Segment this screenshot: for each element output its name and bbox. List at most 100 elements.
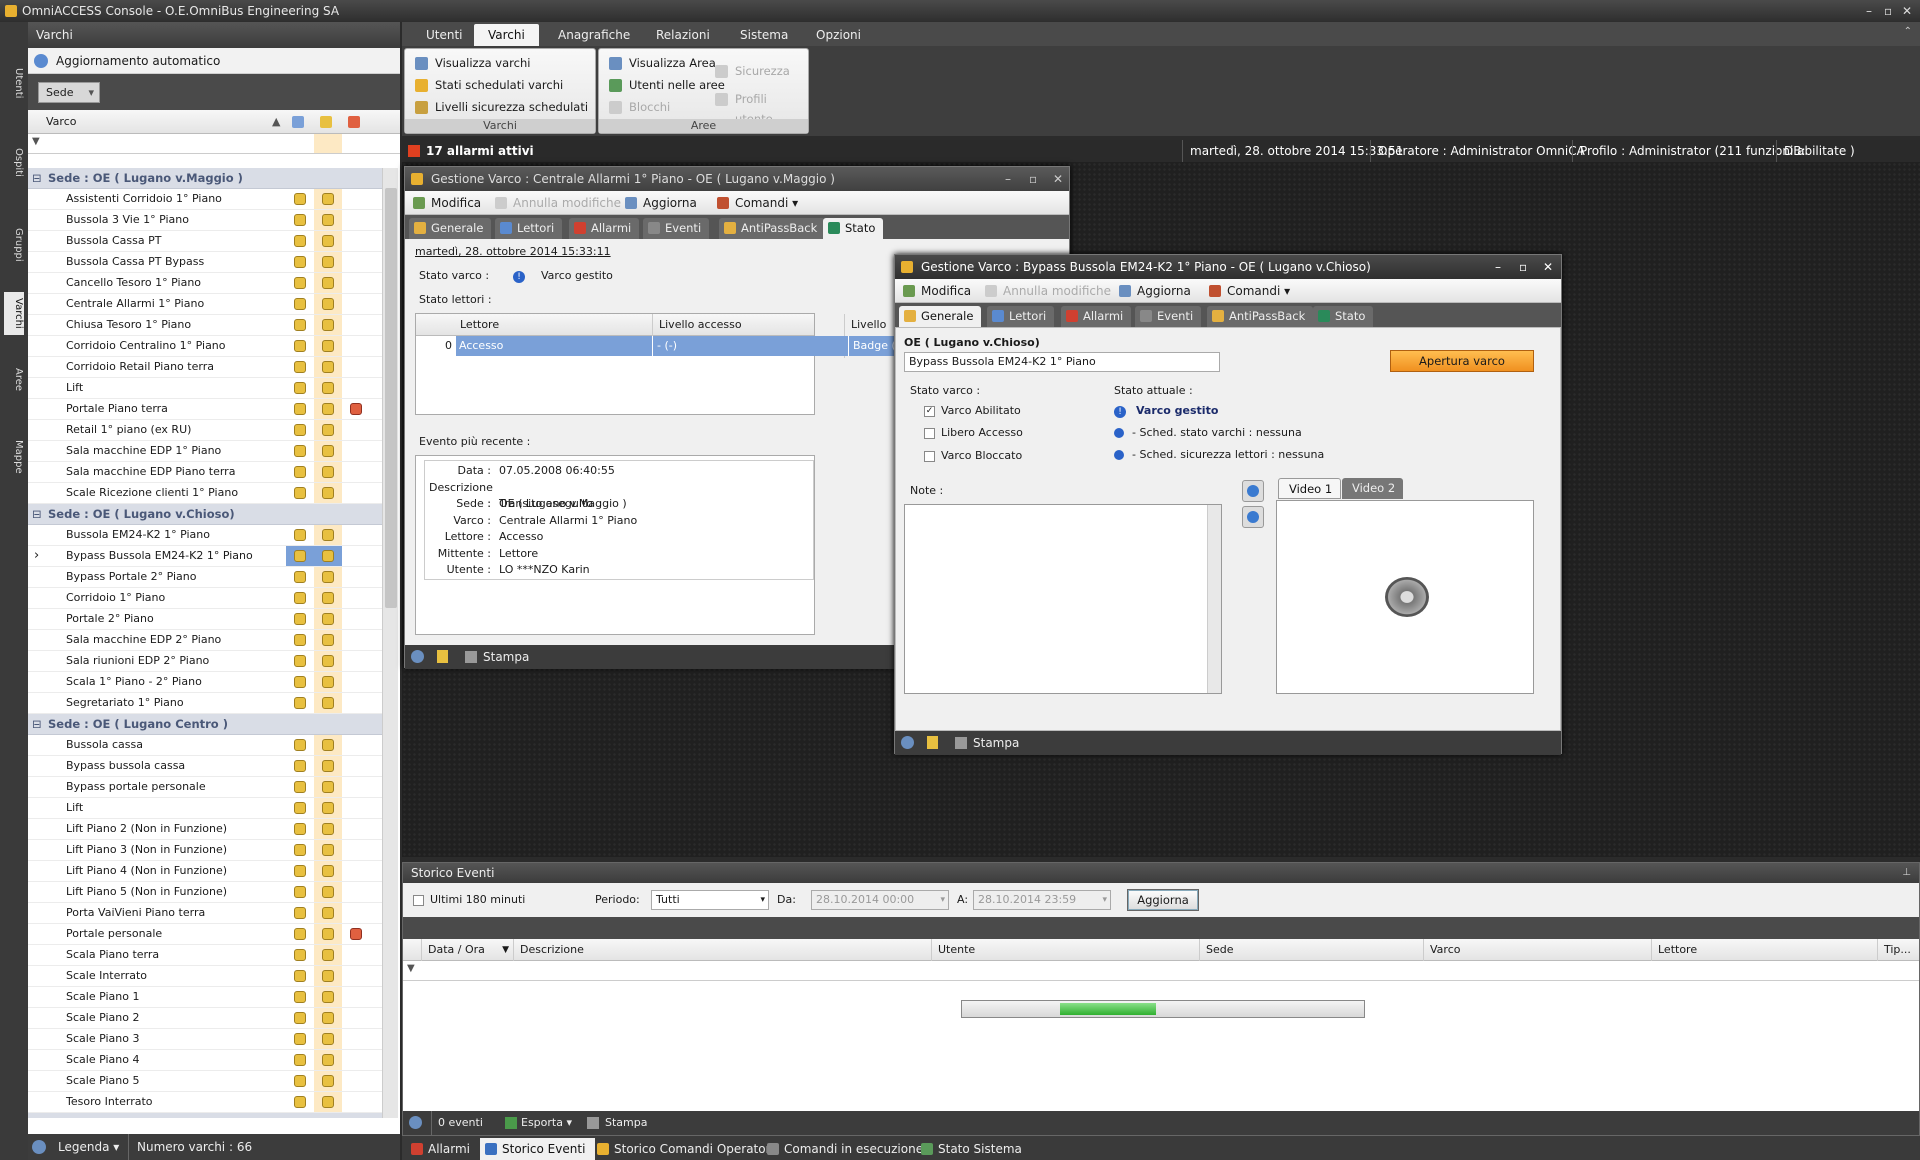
video-panel[interactable]: [1276, 500, 1534, 694]
print-button[interactable]: Stampa: [953, 731, 1019, 755]
annulla-button[interactable]: Annulla modifiche: [493, 191, 621, 215]
list-item[interactable]: Scale Ricezione clienti 1° Piano: [28, 483, 382, 504]
utenti-aree-button[interactable]: Utenti nelle aree: [607, 75, 725, 95]
list-item[interactable]: Tesoro Interrato: [28, 1092, 382, 1113]
list-item[interactable]: Bussola Cassa PT: [28, 231, 382, 252]
list-item[interactable]: Bussola EM24-K2 1° Piano: [28, 525, 382, 546]
tab-video-1[interactable]: Video 1: [1278, 478, 1342, 499]
sicurezza-button[interactable]: Sicurezza: [713, 61, 790, 81]
tab-eventi[interactable]: Eventi: [643, 218, 710, 239]
comandi-button[interactable]: Comandi ▾: [1207, 279, 1290, 303]
sort-asc-icon[interactable]: ▲: [272, 110, 280, 134]
aggiorna-button[interactable]: Aggiorna: [623, 191, 697, 215]
checkbox-bloccato-box[interactable]: [924, 450, 935, 462]
list-item[interactable]: Porta VaiVieni Piano terra: [28, 903, 382, 924]
table-row[interactable]: 0 Accesso - (-) Badge (: [416, 336, 908, 356]
modifica-button[interactable]: Modifica: [411, 191, 481, 215]
pin-icon[interactable]: ⊥: [1902, 863, 1911, 883]
list-item[interactable]: Lift Piano 2 (Non in Funzione): [28, 819, 382, 840]
tab-generale[interactable]: Generale: [409, 218, 492, 239]
help-icon[interactable]: [411, 650, 424, 663]
a-field[interactable]: 28.10.2014 23:59 ▾: [973, 890, 1111, 910]
list-item[interactable]: Scale Piano 1: [28, 987, 382, 1008]
tab-storico-comandi[interactable]: Storico Comandi Operatori: [592, 1138, 784, 1160]
col-varco[interactable]: Varco: [1423, 939, 1460, 961]
maximize-icon[interactable]: ▫: [1884, 0, 1892, 22]
tab-comandi-esecuzione[interactable]: Comandi in esecuzione: [762, 1138, 933, 1160]
minimize-icon[interactable]: –: [1866, 0, 1872, 22]
export-button[interactable]: Esporta ▾: [503, 1111, 572, 1135]
list-item[interactable]: Assistenti Corridoio 1° Piano: [28, 189, 382, 210]
video-info-button[interactable]: [1242, 506, 1264, 528]
list-item[interactable]: Cancello Tesoro 1° Piano: [28, 273, 382, 294]
close-icon[interactable]: ✕: [1543, 255, 1553, 279]
scrollbar[interactable]: [382, 168, 398, 1118]
col-data-ora[interactable]: Data / Ora ▼: [421, 939, 513, 961]
list-item[interactable]: Sala macchine EDP Piano terra: [28, 462, 382, 483]
list-item[interactable]: Centrale Allarmi 1° Piano: [28, 294, 382, 315]
group-row[interactable]: ⊟ Sede : OE ( Lugano v.Maggio ): [28, 168, 382, 189]
apertura-varco-button[interactable]: Apertura varco: [1390, 350, 1534, 372]
tab-anagrafiche[interactable]: Anagrafiche: [544, 24, 644, 46]
tab-utenti[interactable]: Utenti: [412, 24, 477, 46]
last180-checkbox[interactable]: Ultimi 180 minuti: [413, 883, 525, 917]
col-utente[interactable]: Utente: [931, 939, 975, 961]
list-item[interactable]: Corridoio 1° Piano: [28, 588, 382, 609]
collapse-icon[interactable]: ⊟: [32, 168, 42, 189]
list-item[interactable]: Bypass portale personale: [28, 777, 382, 798]
checkbox-abilitato[interactable]: ✓ Varco Abilitato: [924, 404, 1021, 417]
collapse-icon[interactable]: ⊟: [32, 1113, 42, 1118]
print-button[interactable]: Stampa: [463, 645, 529, 669]
col-livello[interactable]: Livello accesso: [652, 314, 742, 336]
tab-antipassback[interactable]: AntiPassBack: [1207, 306, 1314, 327]
close-icon[interactable]: ✕: [1053, 167, 1063, 191]
tab-lettori[interactable]: Lettori: [495, 218, 563, 239]
tab-allarmi[interactable]: Allarmi: [1061, 306, 1132, 327]
aggiorna-button[interactable]: Aggiorna: [1127, 889, 1199, 911]
help-icon[interactable]: [901, 736, 914, 749]
checkbox-libero[interactable]: Libero Accesso: [924, 426, 1023, 439]
list-item[interactable]: Sala riunioni EDP 2° Piano: [28, 651, 382, 672]
list-item[interactable]: Portale personale: [28, 924, 382, 945]
tab-storico-eventi[interactable]: Storico Eventi: [480, 1138, 596, 1160]
col-lettore[interactable]: Lettore: [460, 314, 499, 336]
cell-lettore[interactable]: Accesso: [456, 336, 652, 356]
list-item[interactable]: Portale 2° Piano: [28, 609, 382, 630]
tab-allarmi-bottom[interactable]: Allarmi: [406, 1138, 480, 1160]
list-item[interactable]: Lift Piano 4 (Non in Funzione): [28, 861, 382, 882]
list-item[interactable]: Bussola 3 Vie 1° Piano: [28, 210, 382, 231]
filter-row[interactable]: ▼: [28, 134, 400, 154]
periodo-select[interactable]: Tutti ▾: [651, 890, 769, 910]
list-item[interactable]: Scale Piano 2: [28, 1008, 382, 1029]
auto-update-bar[interactable]: Aggiornamento automatico: [28, 48, 400, 74]
tab-stato-sistema[interactable]: Stato Sistema: [916, 1138, 1032, 1160]
tab-opzioni[interactable]: Opzioni: [802, 24, 875, 46]
livelli-sicurezza-button[interactable]: Livelli sicurezza schedulati lettori: [413, 97, 595, 134]
modifica-button[interactable]: Modifica: [901, 279, 971, 303]
tab-stato[interactable]: Stato: [1313, 306, 1374, 327]
list-item[interactable]: Scale Piano 5: [28, 1071, 382, 1092]
rail-tab-utenti[interactable]: Utenti: [4, 62, 24, 104]
list-item[interactable]: Bussola Cassa PT Bypass: [28, 252, 382, 273]
checkbox-bloccato[interactable]: Varco Bloccato: [924, 449, 1022, 462]
blocchi-button[interactable]: Blocchi: [607, 97, 670, 117]
window-title[interactable]: Gestione Varco : Bypass Bussola EM24-K2 …: [895, 255, 1561, 279]
lock-icon[interactable]: [927, 736, 938, 749]
list-item[interactable]: Scala 1° Piano - 2° Piano: [28, 672, 382, 693]
lock-icon[interactable]: [437, 650, 448, 663]
minimize-icon[interactable]: –: [1495, 255, 1501, 279]
column-icon-1[interactable]: [292, 116, 304, 128]
list-item[interactable]: Corridoio Centralino 1° Piano: [28, 336, 382, 357]
list-item[interactable]: Bypass bussola cassa: [28, 756, 382, 777]
close-icon[interactable]: ✕: [1902, 0, 1912, 22]
maximize-icon[interactable]: ▫: [1519, 255, 1527, 279]
list-item[interactable]: Bussola cassa: [28, 735, 382, 756]
filter-row[interactable]: ▼: [403, 961, 1919, 981]
print-button[interactable]: Stampa: [585, 1111, 647, 1135]
tab-sistema[interactable]: Sistema: [726, 24, 802, 46]
profili-utente-button[interactable]: Profili utente: [713, 89, 808, 126]
list-item[interactable]: Lift: [28, 798, 382, 819]
comandi-button[interactable]: Comandi ▾: [715, 191, 798, 215]
col-varco[interactable]: Varco: [46, 110, 76, 134]
group-row[interactable]: ⊟ Sede : OE ( Locarno ): [28, 1113, 382, 1118]
